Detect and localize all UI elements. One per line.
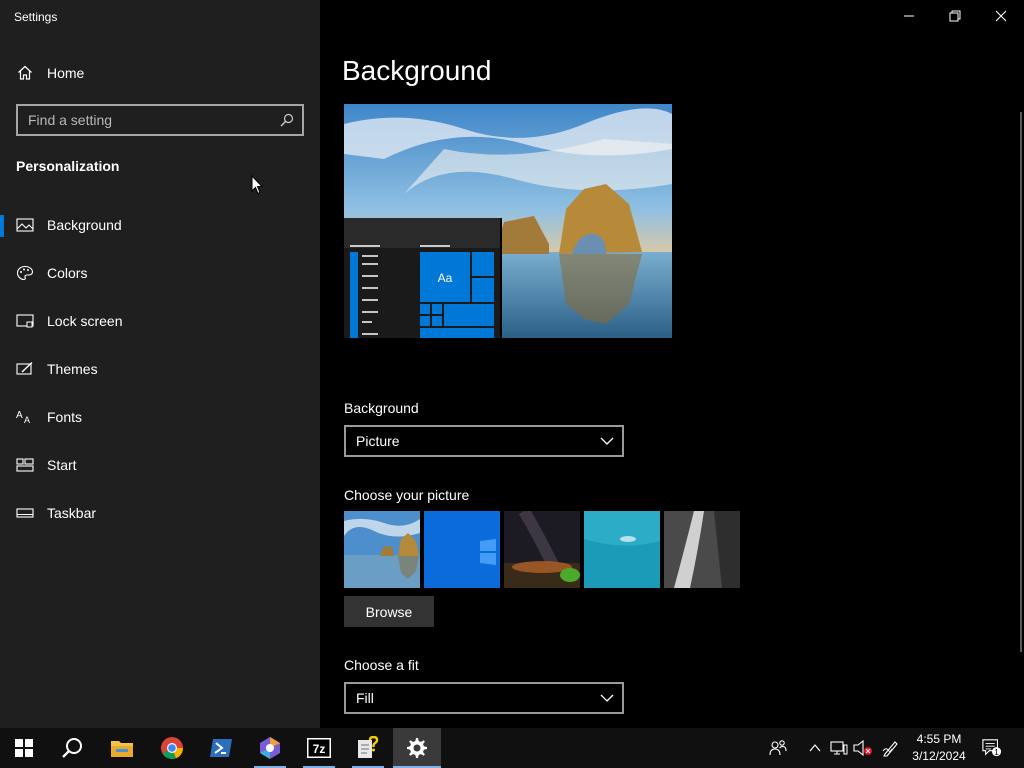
7zip-icon: 7z xyxy=(307,738,331,758)
lock-screen-icon xyxy=(16,314,34,328)
page-title: Background xyxy=(342,55,492,86)
notification-count: 1 xyxy=(994,748,999,757)
picture-thumbnails xyxy=(344,511,740,588)
restore-icon xyxy=(949,10,961,22)
show-hidden-icons-button[interactable] xyxy=(805,738,825,758)
thumbnail-beach[interactable] xyxy=(344,511,420,588)
background-dropdown-value: Picture xyxy=(356,433,400,449)
thumbnail-windows[interactable] xyxy=(424,511,500,588)
app-title: Settings xyxy=(14,10,58,24)
chrome-button[interactable] xyxy=(148,728,196,768)
network-tray-button[interactable] xyxy=(829,738,849,758)
home-label: Home xyxy=(47,65,85,81)
minimize-icon xyxy=(904,15,914,17)
thumbnail-waterfall[interactable] xyxy=(664,511,740,588)
sidebar-item-fonts[interactable]: A A Fonts xyxy=(0,397,320,445)
browse-button[interactable]: Browse xyxy=(344,596,434,627)
powershell-button[interactable] xyxy=(197,728,245,768)
picture-icon xyxy=(16,218,34,232)
file-explorer-button[interactable] xyxy=(98,728,146,768)
clock-date: 3/12/2024 xyxy=(912,749,966,763)
thumbnail-night-sky[interactable] xyxy=(504,511,580,588)
action-center-button[interactable]: 1 xyxy=(982,738,1002,758)
brush-icon xyxy=(16,361,33,375)
folder-icon xyxy=(111,741,133,757)
sidebar: Settings Home Personalization Background xyxy=(0,0,320,728)
help-document-icon xyxy=(358,736,379,758)
minimize-button[interactable] xyxy=(886,0,932,32)
sidebar-item-label: Start xyxy=(47,457,77,473)
choose-picture-label: Choose your picture xyxy=(344,487,470,503)
svg-text:A: A xyxy=(24,415,30,425)
scrollbar[interactable] xyxy=(1020,112,1022,652)
clock-time: 4:55 PM xyxy=(916,732,962,746)
network-icon xyxy=(830,741,848,755)
fit-dropdown[interactable]: Fill xyxy=(344,682,624,714)
7zip-label: 7z xyxy=(313,742,326,756)
people-tray-button[interactable] xyxy=(768,738,788,758)
7zip-button[interactable]: 7z xyxy=(295,728,343,768)
preview-image: Aa xyxy=(344,104,672,338)
sidebar-item-label: Taskbar xyxy=(47,505,97,521)
sidebar-item-label: Colors xyxy=(47,265,88,281)
sidebar-item-themes[interactable]: Themes xyxy=(0,349,320,397)
search-taskbar-button[interactable] xyxy=(48,728,96,768)
preview-tile-text: Aa xyxy=(438,271,453,285)
chevron-up-icon xyxy=(809,744,821,752)
search-input[interactable] xyxy=(18,106,268,134)
home-link[interactable]: Home xyxy=(0,58,320,88)
background-label: Background xyxy=(344,400,419,416)
pen-icon xyxy=(882,741,898,757)
search-icon[interactable] xyxy=(280,113,294,127)
sidebar-item-colors[interactable]: Colors xyxy=(0,253,320,301)
volume-tray-button[interactable] xyxy=(853,738,873,758)
gear-icon xyxy=(407,738,427,758)
settings-button[interactable] xyxy=(393,728,441,768)
volume-muted-icon xyxy=(853,739,872,757)
restore-button[interactable] xyxy=(932,0,978,32)
home-icon xyxy=(18,65,32,80)
svg-text:A: A xyxy=(16,410,23,421)
sidebar-item-lock-screen[interactable]: Lock screen xyxy=(0,301,320,349)
chevron-down-icon xyxy=(600,694,614,702)
fit-label: Choose a fit xyxy=(344,657,419,673)
chevron-down-icon xyxy=(600,437,614,445)
sidebar-item-background[interactable]: Background xyxy=(0,205,320,253)
start-button[interactable] xyxy=(0,728,48,768)
search-icon xyxy=(62,738,82,758)
hexagon-app-icon xyxy=(260,737,280,759)
section-title: Personalization xyxy=(16,158,120,174)
start-icon xyxy=(16,458,34,472)
sidebar-item-label: Fonts xyxy=(47,409,83,425)
sidebar-item-start[interactable]: Start xyxy=(0,445,320,493)
chrome-icon xyxy=(161,737,184,760)
app-button-hexagon[interactable] xyxy=(246,728,294,768)
thumbnail-underwater[interactable] xyxy=(584,511,660,588)
people-icon xyxy=(769,740,787,756)
taskbar: 7z 4:55 PM 3/12/2024 1 xyxy=(0,728,1024,768)
close-button[interactable] xyxy=(978,0,1024,32)
sidebar-nav: Background Colors Lock screen Themes A A… xyxy=(0,205,320,541)
search-box[interactable] xyxy=(16,104,304,136)
sidebar-item-label: Lock screen xyxy=(47,313,123,329)
fonts-icon: A A xyxy=(16,410,30,425)
help-doc-button[interactable] xyxy=(344,728,392,768)
powershell-icon xyxy=(210,739,232,757)
close-icon xyxy=(995,10,1007,22)
background-dropdown[interactable]: Picture xyxy=(344,425,624,457)
window-controls xyxy=(886,0,1024,32)
sidebar-item-label: Themes xyxy=(47,361,98,377)
background-preview: Aa xyxy=(344,104,672,338)
fit-dropdown-value: Fill xyxy=(356,690,374,706)
windows-logo-icon xyxy=(15,739,33,757)
notification-icon: 1 xyxy=(982,739,1002,757)
main-content: Background Aa Background Picture Choose … xyxy=(320,0,1024,728)
sidebar-item-taskbar[interactable]: Taskbar xyxy=(0,493,320,541)
pen-tray-button[interactable] xyxy=(881,738,901,758)
mouse-cursor-icon xyxy=(251,175,264,195)
sidebar-item-label: Background xyxy=(47,217,122,233)
taskbar-clock[interactable]: 4:55 PM 3/12/2024 xyxy=(906,731,972,765)
palette-icon xyxy=(16,265,34,281)
taskbar-icon xyxy=(16,508,34,518)
